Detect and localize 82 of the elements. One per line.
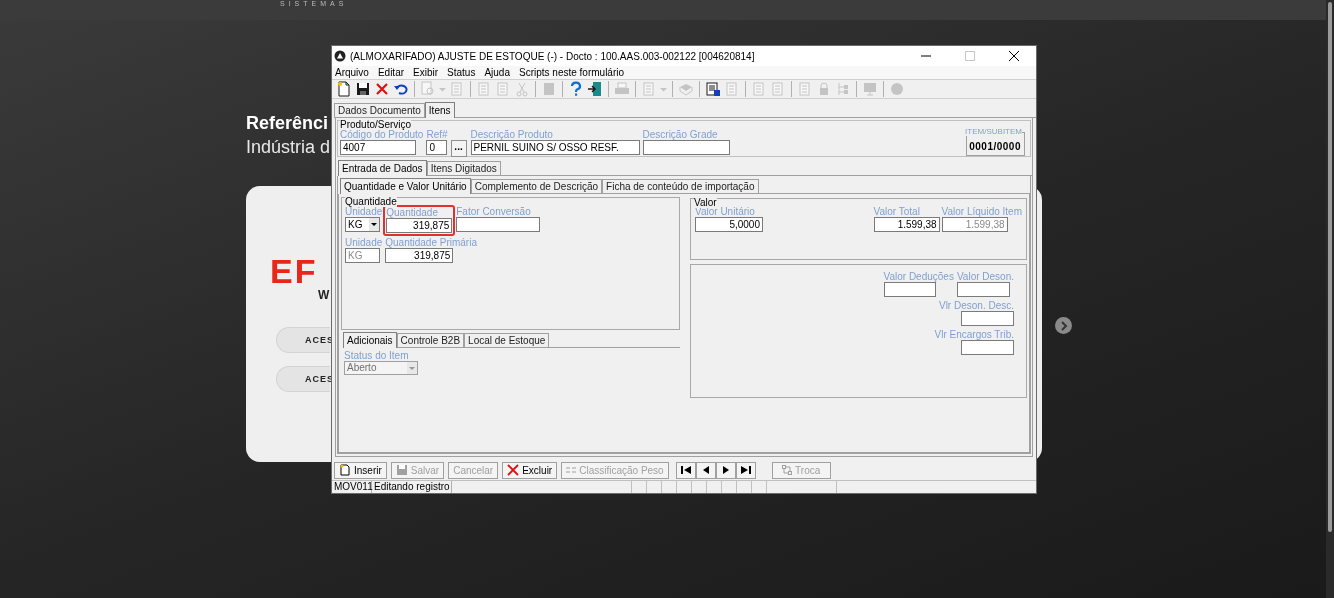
new-document-icon	[339, 464, 351, 476]
field-label: Unidade	[345, 237, 383, 248]
counter-label: ITEM/SUBITEM	[965, 127, 1022, 136]
menu-item[interactable]: Editar	[377, 66, 405, 79]
input-field[interactable]	[883, 282, 936, 297]
input-field[interactable]: 4007	[340, 140, 416, 155]
field-label: Valor Deduções	[883, 271, 954, 282]
save-icon[interactable]	[355, 81, 371, 97]
field-label: Quantidade	[386, 207, 439, 218]
door-icon[interactable]	[587, 81, 603, 97]
field-label: Descrição Produto	[470, 129, 554, 140]
menu-item[interactable]: Arquivo	[335, 66, 369, 79]
field-label: Ref#	[426, 129, 448, 140]
action-button[interactable]: Inserir	[334, 461, 387, 479]
menu-item[interactable]: Ajuda	[484, 66, 510, 79]
quantity-field[interactable]: 319,875	[386, 218, 453, 233]
primary-unit-field[interactable]: KG	[345, 248, 380, 263]
input-field[interactable]: 0	[426, 140, 448, 155]
counter-value: 0001/0000	[969, 141, 1021, 153]
amount-field[interactable]: 5,0000	[695, 217, 763, 232]
field-label: Descrição Grade	[642, 129, 719, 140]
group-title: Valor	[694, 198, 717, 208]
save-icon	[395, 464, 408, 476]
amount-field[interactable]: 1.599,38	[873, 217, 940, 232]
field-label: Valor Deson.	[956, 271, 1014, 282]
new-document-icon[interactable]	[336, 81, 352, 97]
action-button[interactable]: Excluir	[502, 461, 558, 479]
input-field[interactable]	[961, 311, 1014, 326]
grid-icon	[566, 466, 577, 474]
tab[interactable]: Ficha de conteúdo de importação	[602, 179, 759, 193]
menu-item[interactable]: Exibir	[413, 66, 439, 79]
lookup-button[interactable]: ...	[450, 140, 467, 157]
conversion-factor-field[interactable]	[456, 217, 541, 232]
field-label: Status do Item	[344, 350, 410, 361]
field-label: Fator Conversão	[456, 206, 532, 217]
swap-icon	[782, 465, 793, 475]
page-subheading: Indústria d	[246, 136, 331, 159]
help-icon[interactable]	[568, 81, 584, 97]
menu-item[interactable]: Status	[447, 66, 476, 79]
scrollbar[interactable]	[1326, 0, 1334, 598]
tab[interactable]: Controle B2B	[396, 333, 465, 347]
primary-quantity-field[interactable]: 319,875	[385, 248, 454, 263]
field-label: Vlr Deson. Desc.	[938, 300, 1014, 311]
field-label: Unidade	[345, 206, 383, 217]
input-field[interactable]	[956, 282, 1010, 297]
field-label: Valor Líquido Item	[941, 206, 1022, 217]
status-value: Aberto	[347, 362, 378, 374]
unit-value: KG	[348, 218, 364, 231]
tab[interactable]: Local de Estoque	[464, 333, 550, 347]
input-field[interactable]: PERNIL SUINO S/ OSSO RESF.	[470, 140, 640, 155]
status-bar-cell: Editando registro	[372, 481, 452, 493]
logo-subtitle: W	[318, 287, 330, 304]
group-title: Produto/Serviço	[340, 120, 412, 130]
last-record-icon	[738, 463, 753, 477]
field-label: Valor Total	[873, 206, 921, 217]
window-title: (ALMOXARIFADO) AJUSTE DE ESTOQUE (-) - Docto : 100.AAS.003-002122 [004620814]	[350, 49, 755, 64]
delete-icon[interactable]	[374, 81, 390, 97]
logo: EF	[270, 256, 318, 286]
tab[interactable]: Itens	[424, 102, 455, 118]
navigation-button[interactable]	[735, 461, 756, 479]
first-record-icon	[678, 463, 693, 477]
page-heading: Referênci	[246, 112, 330, 134]
navigation-button[interactable]	[695, 461, 716, 479]
tab[interactable]: Entrada de Dados	[338, 160, 427, 176]
field-label: Vlr Encargos Trib.	[934, 329, 1014, 340]
navigation-button[interactable]	[675, 461, 696, 479]
tab[interactable]: Complemento de Descrição	[470, 179, 603, 193]
input-field[interactable]	[961, 340, 1014, 355]
tab[interactable]: Itens Digitados	[426, 161, 501, 175]
tab[interactable]: Quantidade e Valor Unitário	[340, 178, 471, 194]
input-field[interactable]	[642, 140, 730, 155]
unit-dropdown[interactable]: KG	[345, 217, 380, 232]
field-label: Quantidade Primária	[385, 237, 477, 248]
tab[interactable]: Dados Documento	[334, 103, 425, 117]
chevron-right-icon	[1059, 320, 1068, 331]
report-icon[interactable]	[705, 81, 721, 97]
group-title: Quantidade	[345, 197, 397, 207]
tab[interactable]: Adicionais	[343, 332, 397, 348]
delete-icon	[507, 464, 520, 476]
menu-item[interactable]: Scripts neste formulário	[519, 66, 625, 79]
navigation-button[interactable]	[715, 461, 736, 479]
status-bar-cell: MOV011	[332, 481, 372, 493]
